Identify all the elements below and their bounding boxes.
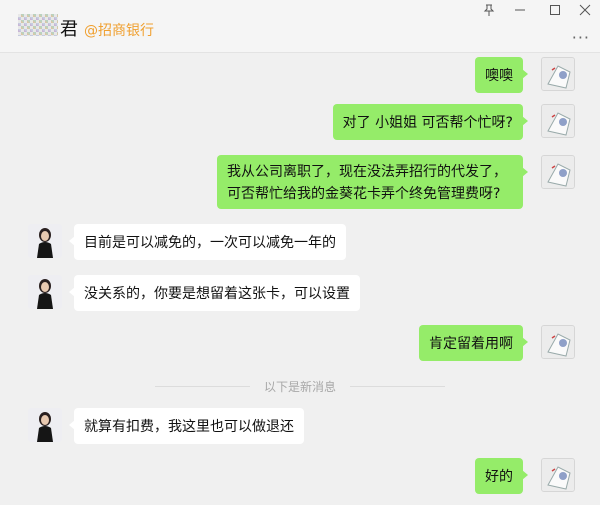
new-messages-divider: 以下是新消息 <box>155 378 445 394</box>
self-avatar[interactable] <box>541 155 575 189</box>
self-avatar[interactable] <box>541 458 575 492</box>
contact-name[interactable]: 君 <box>60 15 78 41</box>
message-text: 对了 小姐姐 可否帮个忙呀? <box>342 115 513 131</box>
cartoon-avatar-icon <box>542 459 574 491</box>
agent-avatar[interactable] <box>28 408 62 442</box>
message-text: 就算有扣费，我这里也可以做退还 <box>84 419 294 435</box>
chat-header: 君 @招商银行 ··· <box>0 0 600 53</box>
message-bubble[interactable]: 噢噢 <box>475 57 528 93</box>
pin-icon[interactable] <box>474 0 504 20</box>
self-avatar[interactable] <box>541 104 575 138</box>
message-bubble[interactable]: 我从公司离职了，现在没法弄招行的代发了，可否帮忙给我的金葵花卡弄个终免管理费呀? <box>217 155 528 209</box>
cartoon-avatar-icon <box>542 326 574 358</box>
self-avatar[interactable] <box>541 57 575 91</box>
message-bubble[interactable]: 就算有扣费，我这里也可以做退还 <box>69 408 304 444</box>
message-bubble[interactable]: 目前是可以减免的，一次可以减免一年的 <box>69 224 346 260</box>
message-text: 没关系的，你要是想留着这张卡，可以设置 <box>84 286 350 302</box>
cartoon-avatar-icon <box>542 58 574 90</box>
woman-photo-avatar-icon <box>28 408 62 442</box>
agent-avatar[interactable] <box>28 275 62 309</box>
divider-line <box>350 386 445 387</box>
contact-avatar[interactable] <box>18 14 58 36</box>
message-bubble[interactable]: 好的 <box>475 458 528 494</box>
message-text: 好的 <box>485 469 513 485</box>
woman-photo-avatar-icon <box>28 275 62 309</box>
minimize-icon[interactable] <box>505 0 535 20</box>
cartoon-avatar-icon <box>542 156 574 188</box>
message-text: 我从公司离职了，现在没法弄招行的代发了，可否帮忙给我的金葵花卡弄个终免管理费呀? <box>227 164 507 202</box>
close-icon[interactable] <box>570 0 600 20</box>
cartoon-avatar-icon <box>542 105 574 137</box>
message-text: 目前是可以减免的，一次可以减免一年的 <box>84 235 336 251</box>
woman-photo-avatar-icon <box>28 224 62 258</box>
message-bubble[interactable]: 肯定留着用啊 <box>419 325 528 361</box>
message-bubble[interactable]: 没关系的，你要是想留着这张卡，可以设置 <box>69 275 360 311</box>
more-options-icon[interactable]: ··· <box>572 28 590 47</box>
message-text: 噢噢 <box>485 68 513 84</box>
self-avatar[interactable] <box>541 325 575 359</box>
contact-org-label: @招商银行 <box>84 23 154 39</box>
agent-avatar[interactable] <box>28 224 62 258</box>
maximize-icon[interactable] <box>540 0 570 20</box>
message-bubble[interactable]: 对了 小姐姐 可否帮个忙呀? <box>332 104 529 140</box>
message-text: 肯定留着用啊 <box>429 336 513 352</box>
